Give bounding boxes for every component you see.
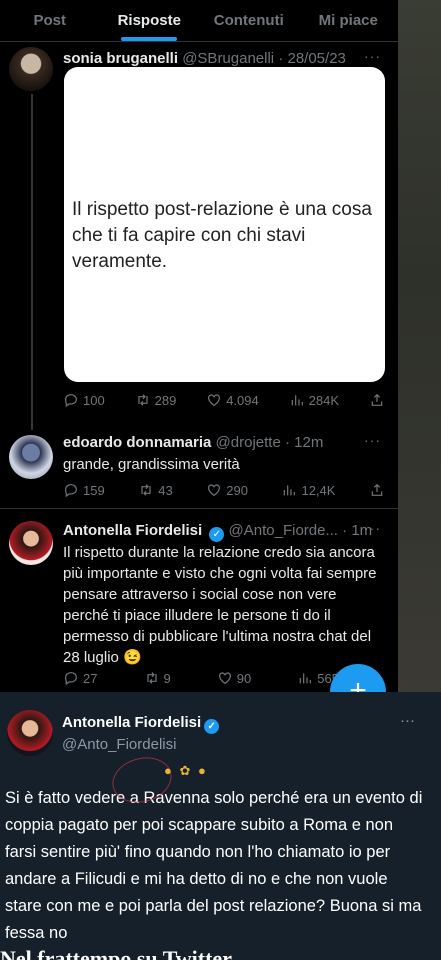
more-options-icon[interactable]: ··· <box>400 712 415 729</box>
views-icon <box>281 482 297 498</box>
like-count: 4.094 <box>226 392 259 408</box>
reply-icon <box>63 482 79 498</box>
heart-icon <box>206 482 222 498</box>
repost-count: 289 <box>154 392 177 408</box>
views-count: 12,4K <box>301 482 336 498</box>
profile-tabs: Post Risposte Contenuti Mi piace <box>0 0 398 42</box>
repost-button[interactable]: 9 <box>144 670 171 686</box>
views-icon <box>297 670 313 686</box>
emoji-decoration: ● ✿ ● <box>164 763 208 778</box>
reply-button[interactable]: 159 <box>63 482 105 498</box>
post-text: Si è fatto vedere a Ravenna solo perché … <box>5 789 423 942</box>
share-button[interactable] <box>369 482 385 498</box>
repost-button[interactable]: 43 <box>138 482 173 498</box>
share-icon <box>369 392 385 408</box>
post-header: Antonella Fiordelisi ✓ @Anto_Fiorde... ·… <box>63 522 372 542</box>
reply-count: 27 <box>83 670 98 686</box>
verified-badge-icon: ✓ <box>204 719 220 734</box>
like-button[interactable]: 4.094 <box>206 392 259 408</box>
reply-count: 159 <box>83 482 105 498</box>
author-name-text: Antonella Fiordelisi <box>62 714 202 731</box>
tab-mi-piace[interactable]: Mi piace <box>299 0 399 41</box>
like-count: 290 <box>226 482 248 498</box>
post-time: · 28/05/23 <box>278 50 346 67</box>
avatar[interactable] <box>7 710 53 756</box>
repost-button[interactable]: 289 <box>135 392 177 408</box>
like-button[interactable]: 90 <box>217 670 251 686</box>
repost-count: 9 <box>163 670 171 686</box>
views-icon <box>289 392 305 408</box>
image-text: Il rispetto post-relazione è una cosa ch… <box>72 199 372 272</box>
reply-button[interactable]: 100 <box>63 392 105 408</box>
more-options-icon[interactable]: ··· <box>364 432 381 448</box>
share-button[interactable] <box>369 392 385 408</box>
views-count: 284K <box>308 392 340 408</box>
author-name[interactable]: sonia bruganelli <box>63 50 178 67</box>
verified-badge-icon: ✓ <box>209 527 225 542</box>
background-strip <box>398 0 441 692</box>
author-handle: @Anto_Fiorde... <box>228 522 338 539</box>
reply-button[interactable]: 27 <box>63 670 97 686</box>
tab-post[interactable]: Post <box>0 0 100 41</box>
avatar[interactable] <box>9 521 53 565</box>
views-button[interactable]: 284K <box>289 392 339 408</box>
tab-contenuti[interactable]: Contenuti <box>199 0 299 41</box>
heart-icon <box>217 670 233 686</box>
tab-risposte[interactable]: Risposte <box>100 0 200 41</box>
post-header: edoardo donnamaria @drojette · 12m <box>63 434 323 451</box>
reply-icon <box>63 392 79 408</box>
repost-count: 43 <box>158 482 173 498</box>
views-button[interactable]: 12,4K <box>281 482 335 498</box>
post-time: · 12m <box>284 434 324 451</box>
like-button[interactable]: 290 <box>206 482 248 498</box>
avatar[interactable] <box>9 47 53 91</box>
repost-icon <box>144 670 160 686</box>
divider <box>0 508 398 509</box>
reply-count: 100 <box>83 392 105 408</box>
heart-icon <box>206 392 222 408</box>
post-text: Il rispetto durante la relazione credo s… <box>63 544 377 666</box>
repost-icon <box>135 392 151 408</box>
post-text: grande, grandissima verità <box>63 456 240 473</box>
thread-line <box>31 94 33 430</box>
more-options-icon[interactable]: ··· <box>364 520 381 536</box>
author-handle: @SBruganelli <box>182 50 275 67</box>
repost-icon <box>138 482 154 498</box>
avatar[interactable] <box>9 435 53 479</box>
more-options-icon[interactable]: ··· <box>364 48 381 64</box>
share-icon <box>369 482 385 498</box>
quoted-image[interactable]: Il rispetto post-relazione è una cosa ch… <box>64 67 385 382</box>
author-name[interactable]: Antonella Fiordelisi ✓ <box>62 714 220 734</box>
author-handle: @drojette <box>215 434 281 451</box>
like-count: 90 <box>236 670 252 686</box>
reply-icon <box>63 670 79 686</box>
post-actions: 100 289 4.094 284K <box>63 392 385 408</box>
author-handle: @Anto_Fiordelisi <box>62 736 177 753</box>
author-name[interactable]: edoardo donnamaria <box>63 434 211 451</box>
caption-text: Nel frattempo su Twitter <box>0 946 232 960</box>
author-name[interactable]: Antonella Fiordelisi <box>63 522 202 539</box>
post-actions: 159 43 290 12,4K <box>63 482 385 498</box>
post-header: sonia bruganelli @SBruganelli · 28/05/23 <box>63 50 346 67</box>
